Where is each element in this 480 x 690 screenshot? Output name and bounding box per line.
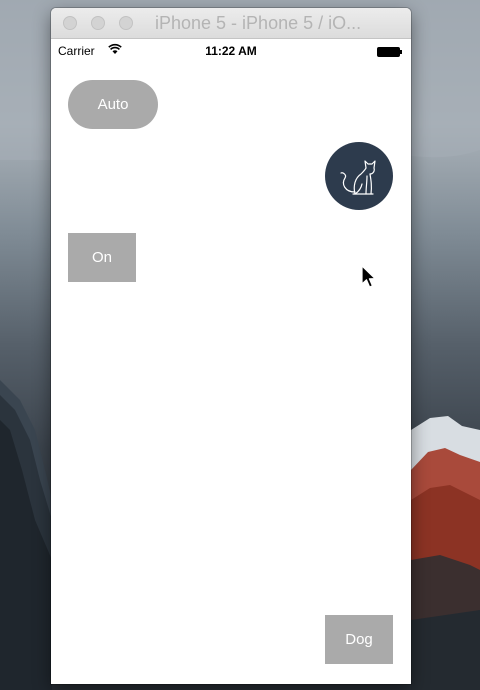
status-time: 11:22 AM	[205, 44, 257, 58]
mouse-pointer-icon	[361, 265, 377, 291]
cat-icon	[340, 160, 376, 195]
status-bar: Carrier 11:22 AM	[51, 39, 411, 61]
battery-icon	[377, 46, 403, 57]
window-minimize-button[interactable]	[91, 16, 105, 30]
window-title: iPhone 5 - iPhone 5 / iO...	[155, 13, 362, 33]
window-zoom-button[interactable]	[119, 16, 133, 30]
on-button[interactable]: On	[68, 233, 136, 282]
window-close-button[interactable]	[63, 16, 77, 30]
auto-button[interactable]: Auto	[68, 80, 158, 129]
dog-button[interactable]: Dog	[325, 615, 393, 664]
simulator-window: iPhone 5 - iPhone 5 / iO... Carrier 11:2…	[51, 8, 411, 684]
ios-screen: Carrier 11:22 AM Auto On Dog	[51, 39, 411, 684]
cat-button[interactable]	[325, 142, 393, 210]
window-titlebar[interactable]: iPhone 5 - iPhone 5 / iO...	[51, 8, 411, 39]
